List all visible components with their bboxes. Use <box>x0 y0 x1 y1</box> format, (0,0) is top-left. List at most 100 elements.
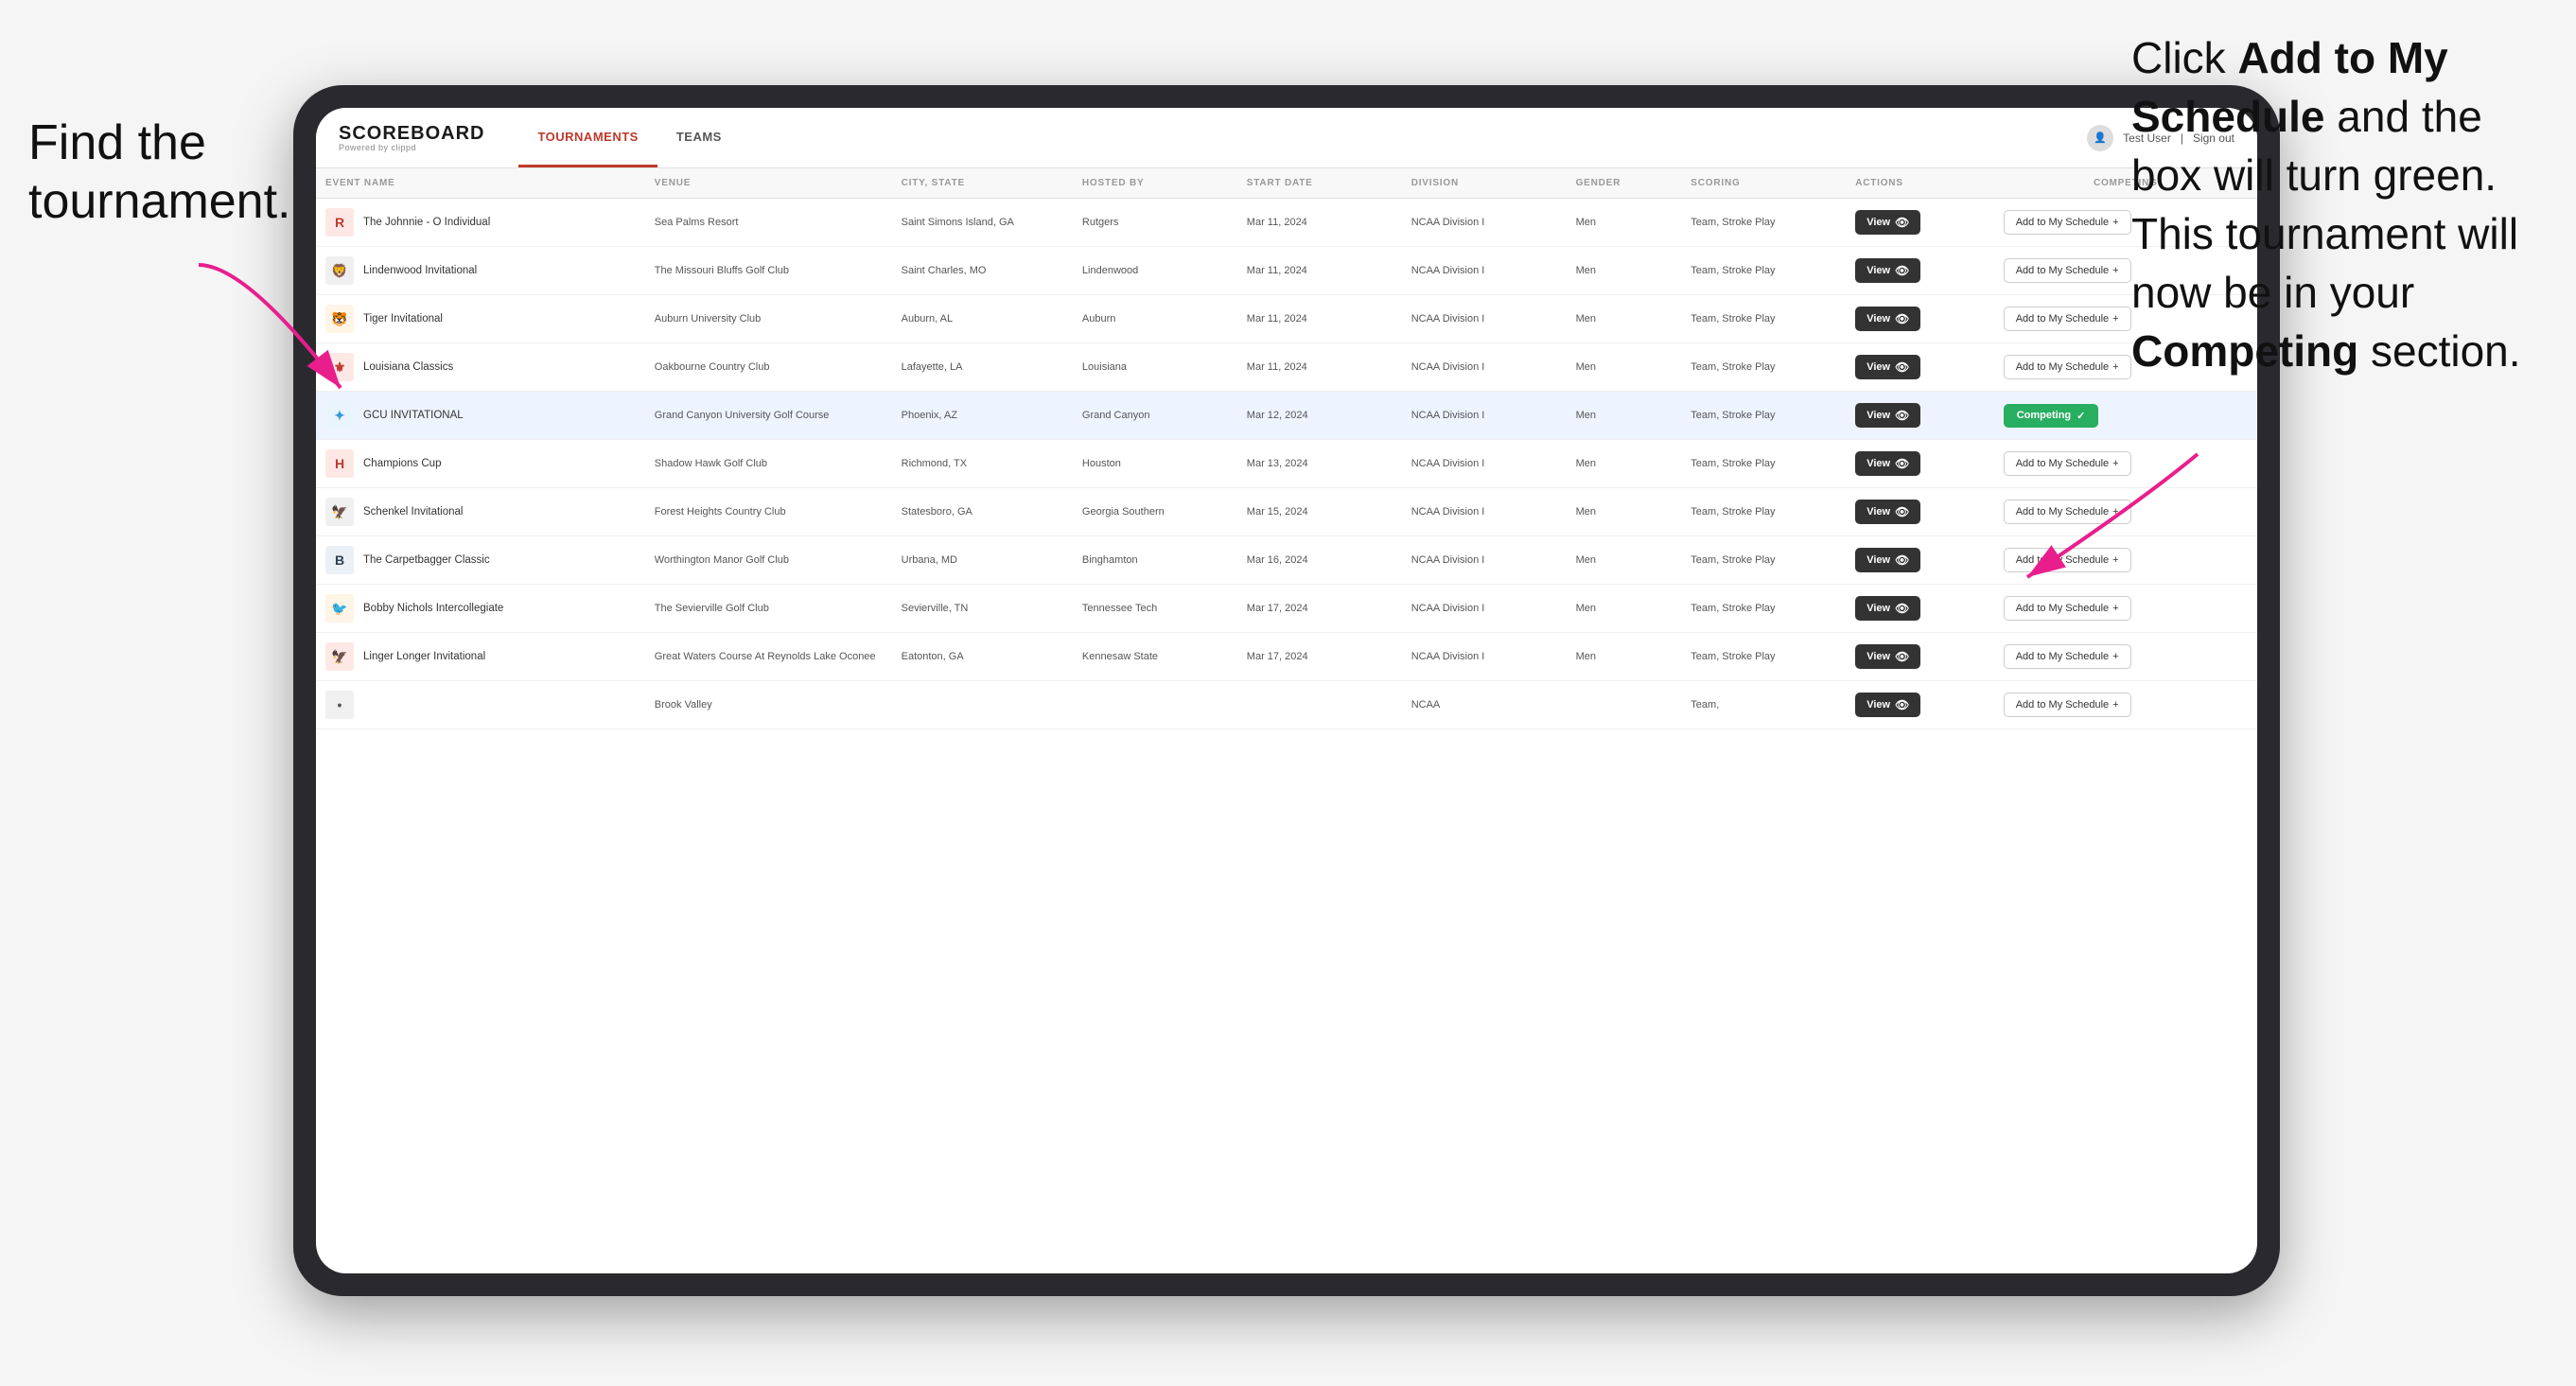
view-button[interactable]: View 👁 <box>1855 500 1920 524</box>
event-cell: 🦅 Linger Longer Invitational <box>316 633 645 681</box>
view-button[interactable]: View 👁 <box>1855 258 1920 283</box>
view-button[interactable]: View 👁 <box>1855 693 1920 717</box>
tab-teams[interactable]: TEAMS <box>657 108 741 167</box>
add-schedule-label: Add to My Schedule <box>2016 699 2109 711</box>
view-label: View <box>1866 217 1890 228</box>
hosted-cell: Houston <box>1073 440 1237 488</box>
start-date-cell: Mar 11, 2024 <box>1237 199 1402 247</box>
team-logo: 🐦 <box>325 594 354 623</box>
logo-sub: Powered by clippd <box>339 143 484 152</box>
eye-icon: 👁 <box>1895 409 1909 422</box>
team-logo: 🦅 <box>325 498 354 526</box>
city-cell: Eatonton, GA <box>892 633 1073 681</box>
team-logo: H <box>325 449 354 478</box>
division-cell: NCAA Division I <box>1402 392 1567 440</box>
eye-icon: 👁 <box>1895 264 1909 277</box>
view-label: View <box>1866 506 1890 518</box>
plus-icon: + <box>2112 699 2118 711</box>
view-button[interactable]: View 👁 <box>1855 403 1920 428</box>
table-row: R The Johnnie - O Individual Sea Palms R… <box>316 199 2257 247</box>
city-cell: Phoenix, AZ <box>892 392 1073 440</box>
competing-label: Competing <box>2017 410 2071 421</box>
eye-icon: 👁 <box>1895 216 1909 229</box>
actions-cell: View 👁 <box>1846 633 1994 681</box>
event-name: The Carpetbagger Classic <box>363 554 490 566</box>
start-date-cell: Mar 15, 2024 <box>1237 488 1402 536</box>
team-logo: 🦅 <box>325 642 354 671</box>
actions-cell: View 👁 <box>1846 247 1994 295</box>
division-cell: NCAA Division I <box>1402 343 1567 392</box>
division-cell: NCAA <box>1402 681 1567 729</box>
gender-cell: Men <box>1567 633 1682 681</box>
add-to-schedule-button[interactable]: Add to My Schedule + <box>2004 210 2131 235</box>
view-label: View <box>1866 410 1890 421</box>
venue-cell: The Sevierville Golf Club <box>645 585 892 633</box>
venue-cell: Oakbourne Country Club <box>645 343 892 392</box>
table-row: 🦅 Linger Longer Invitational Great Water… <box>316 633 2257 681</box>
view-button[interactable]: View 👁 <box>1855 355 1920 379</box>
division-cell: NCAA Division I <box>1402 633 1567 681</box>
col-header-scoring: SCORING <box>1681 168 1846 199</box>
col-header-start: START DATE <box>1237 168 1402 199</box>
competing-cell: Competing ✓ <box>1994 392 2257 440</box>
venue-cell: Worthington Manor Golf Club <box>645 536 892 585</box>
view-button[interactable]: View 👁 <box>1855 548 1920 572</box>
table-header-row: EVENT NAME VENUE CITY, STATE HOSTED BY S… <box>316 168 2257 199</box>
view-label: View <box>1866 458 1890 469</box>
gender-cell: Men <box>1567 585 1682 633</box>
add-schedule-label: Add to My Schedule <box>2016 265 2109 276</box>
view-button[interactable]: View 👁 <box>1855 210 1920 235</box>
hosted-cell: Auburn <box>1073 295 1237 343</box>
division-cell: NCAA Division I <box>1402 247 1567 295</box>
venue-cell: Sea Palms Resort <box>645 199 892 247</box>
start-date-cell: Mar 11, 2024 <box>1237 247 1402 295</box>
view-label: View <box>1866 603 1890 614</box>
view-button[interactable]: View 👁 <box>1855 644 1920 669</box>
actions-cell: View 👁 <box>1846 199 1994 247</box>
table-row: • Brook ValleyNCAATeam, View 👁 Add to My… <box>316 681 2257 729</box>
event-cell: 🦁 Lindenwood Invitational <box>316 247 645 295</box>
table-row: ✦ GCU INVITATIONAL Grand Canyon Universi… <box>316 392 2257 440</box>
team-logo: B <box>325 546 354 574</box>
col-header-venue: VENUE <box>645 168 892 199</box>
hosted-cell: Georgia Southern <box>1073 488 1237 536</box>
event-cell: ⚜ Louisiana Classics <box>316 343 645 392</box>
view-button[interactable]: View 👁 <box>1855 451 1920 476</box>
add-to-schedule-button[interactable]: Add to My Schedule + <box>2004 307 2131 331</box>
city-cell: Richmond, TX <box>892 440 1073 488</box>
tab-tournaments[interactable]: TOURNAMENTS <box>518 108 657 167</box>
actions-cell: View 👁 <box>1846 343 1994 392</box>
view-button[interactable]: View 👁 <box>1855 596 1920 621</box>
avatar: 👤 <box>2087 125 2113 151</box>
add-to-schedule-button[interactable]: Add to My Schedule + <box>2004 693 2131 717</box>
team-logo: 🐯 <box>325 305 354 333</box>
eye-icon: 👁 <box>1895 505 1909 518</box>
add-to-schedule-button[interactable]: Add to My Schedule + <box>2004 258 2131 283</box>
event-name: GCU INVITATIONAL <box>363 410 464 421</box>
view-label: View <box>1866 651 1890 662</box>
actions-cell: View 👁 <box>1846 681 1994 729</box>
event-cell: H Champions Cup <box>316 440 645 488</box>
view-label: View <box>1866 699 1890 711</box>
add-to-schedule-button[interactable]: Add to My Schedule + <box>2004 596 2131 621</box>
add-schedule-label: Add to My Schedule <box>2016 217 2109 228</box>
click-instruction-annotation: Click Add to My Schedule and the box wil… <box>2131 28 2548 381</box>
add-to-schedule-button[interactable]: Add to My Schedule + <box>2004 355 2131 379</box>
add-to-schedule-button[interactable]: Add to My Schedule + <box>2004 644 2131 669</box>
view-button[interactable]: View 👁 <box>1855 307 1920 331</box>
city-cell: Statesboro, GA <box>892 488 1073 536</box>
competing-button[interactable]: Competing ✓ <box>2004 404 2099 428</box>
hosted-cell: Louisiana <box>1073 343 1237 392</box>
start-date-cell: Mar 13, 2024 <box>1237 440 1402 488</box>
view-label: View <box>1866 554 1890 566</box>
table-row: 🐦 Bobby Nichols Intercollegiate The Sevi… <box>316 585 2257 633</box>
team-logo: 🦁 <box>325 256 354 285</box>
division-cell: NCAA Division I <box>1402 536 1567 585</box>
start-date-cell: Mar 17, 2024 <box>1237 633 1402 681</box>
hosted-cell: Grand Canyon <box>1073 392 1237 440</box>
hosted-cell: Rutgers <box>1073 199 1237 247</box>
venue-cell: Forest Heights Country Club <box>645 488 892 536</box>
eye-icon: 👁 <box>1895 553 1909 567</box>
event-name: Lindenwood Invitational <box>363 265 477 276</box>
gender-cell: Men <box>1567 440 1682 488</box>
